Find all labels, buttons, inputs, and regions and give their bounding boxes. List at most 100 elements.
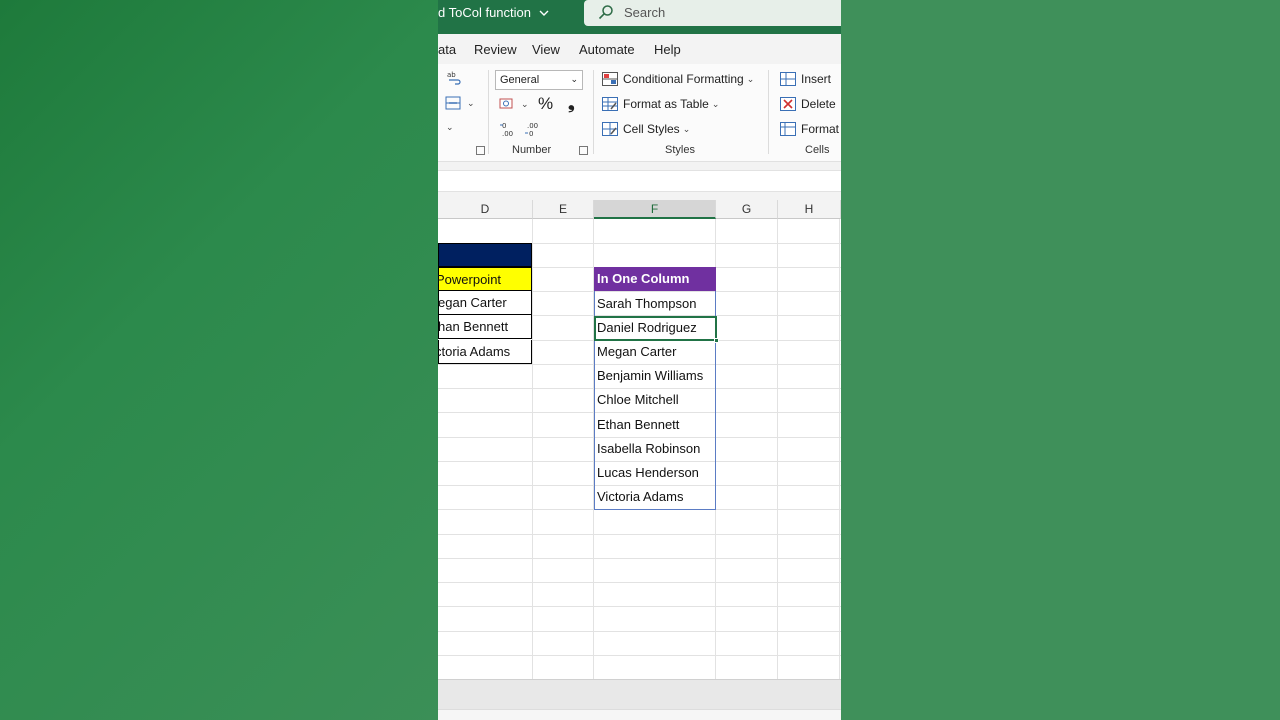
chevron-down-icon: ⌄ bbox=[467, 97, 475, 108]
group-separator bbox=[593, 70, 594, 154]
table-row[interactable]: egan Carter bbox=[438, 291, 532, 315]
table-row[interactable]: ctoria Adams bbox=[438, 340, 532, 364]
list-item[interactable]: Chloe Mitchell bbox=[597, 388, 715, 412]
result-header[interactable]: In One Column bbox=[594, 267, 716, 291]
delete-button[interactable]: Delete bbox=[780, 97, 836, 111]
decrease-decimal-icon: .000 bbox=[525, 122, 538, 137]
list-item[interactable]: Victoria Adams bbox=[597, 485, 715, 509]
document-title[interactable]: d ToCol function bbox=[438, 5, 549, 20]
grid-line bbox=[777, 219, 778, 679]
list-item[interactable]: Megan Carter bbox=[597, 340, 715, 364]
document-title-text: d ToCol function bbox=[438, 5, 531, 20]
number-format-select[interactable]: General ⌄ bbox=[495, 70, 583, 90]
chevron-down-icon bbox=[539, 8, 549, 20]
number-dialog-launcher-icon[interactable] bbox=[579, 146, 588, 155]
tab-help[interactable]: Help bbox=[654, 42, 681, 57]
background-right bbox=[841, 0, 1280, 720]
accounting-icon bbox=[499, 98, 513, 109]
grid-line bbox=[438, 606, 841, 607]
accounting-format-button[interactable]: ⌄ bbox=[499, 97, 529, 111]
number-group-label: Number bbox=[512, 144, 552, 156]
insert-button[interactable]: Insert bbox=[780, 72, 831, 86]
merge-cells-icon bbox=[445, 96, 461, 110]
tab-review[interactable]: Review bbox=[474, 42, 517, 57]
wrap-text-icon: ab bbox=[447, 71, 461, 85]
tab-view[interactable]: View bbox=[532, 42, 560, 57]
list-item[interactable]: Lucas Henderson bbox=[597, 461, 715, 485]
active-cell-selection bbox=[594, 316, 717, 341]
insert-label: Insert bbox=[801, 72, 832, 86]
decrease-decimal-button[interactable]: .00 0 bbox=[524, 121, 542, 137]
fill-handle[interactable] bbox=[714, 338, 719, 343]
column-header-f[interactable]: F bbox=[594, 200, 716, 219]
search-box[interactable]: Search bbox=[584, 0, 841, 26]
wrap-text-button[interactable]: ab bbox=[446, 70, 462, 86]
increase-decimal-button[interactable]: 0.00 bbox=[499, 121, 517, 137]
table-header-yellow[interactable]: Powerpoint bbox=[438, 267, 532, 291]
delete-label: Delete bbox=[801, 97, 836, 111]
status-bar bbox=[438, 709, 841, 720]
format-button[interactable]: Format bbox=[780, 122, 839, 136]
title-bar: d ToCol function Search bbox=[438, 0, 841, 34]
list-item[interactable]: Sarah Thompson bbox=[597, 292, 715, 316]
alignment-dialog-launcher-icon[interactable] bbox=[476, 146, 485, 155]
ribbon-tabs: ata Review View Automate Help bbox=[438, 34, 841, 64]
formula-bar[interactable] bbox=[438, 170, 841, 192]
group-separator bbox=[768, 70, 769, 154]
list-item[interactable]: Isabella Robinson bbox=[597, 437, 715, 461]
chevron-down-icon: ⌄ bbox=[570, 74, 578, 84]
format-as-table-icon bbox=[602, 97, 618, 111]
cell-text: ctoria Adams bbox=[438, 344, 511, 359]
cells-group-label: Cells bbox=[805, 144, 830, 156]
formula-gap bbox=[438, 192, 841, 200]
cell-text: han Bennett bbox=[438, 319, 509, 334]
cell-text: egan Carter bbox=[438, 295, 507, 310]
format-as-table-label: Format as Table bbox=[623, 97, 709, 111]
table-row[interactable]: han Bennett bbox=[438, 315, 532, 339]
svg-text:0: 0 bbox=[502, 122, 506, 130]
list-item[interactable]: Ethan Bennett bbox=[597, 413, 715, 437]
format-as-table-button[interactable]: Format as Table ⌄ bbox=[602, 97, 719, 111]
column-header-h[interactable]: H bbox=[778, 200, 841, 219]
conditional-formatting-button[interactable]: Conditional Formatting ⌄ bbox=[602, 72, 754, 86]
grid-line bbox=[438, 631, 841, 632]
format-cells-icon bbox=[780, 122, 796, 136]
number-format-value: General bbox=[500, 74, 540, 86]
group-separator bbox=[488, 70, 489, 154]
grid-line bbox=[839, 219, 840, 679]
svg-text:ab: ab bbox=[447, 71, 456, 79]
search-placeholder: Search bbox=[624, 5, 666, 20]
conditional-formatting-icon bbox=[602, 72, 618, 86]
cell-text: Powerpoint bbox=[438, 272, 502, 287]
search-icon bbox=[598, 4, 613, 20]
svg-text:0: 0 bbox=[529, 130, 533, 137]
cell-styles-button[interactable]: Cell Styles ⌄ bbox=[602, 122, 690, 136]
delete-cells-icon bbox=[780, 97, 796, 111]
insert-cells-icon bbox=[780, 72, 796, 86]
table-header-navy[interactable] bbox=[438, 243, 532, 267]
svg-text:.00: .00 bbox=[527, 122, 538, 130]
chevron-down-icon: ⌄ bbox=[682, 123, 691, 134]
grid-line bbox=[438, 655, 841, 656]
sheet-tabs-bar bbox=[438, 679, 841, 709]
column-header-d[interactable]: D bbox=[438, 200, 533, 219]
background-left bbox=[0, 0, 438, 720]
list-item[interactable]: Benjamin Williams bbox=[597, 364, 715, 388]
alignment-more-button[interactable]: ⌄ bbox=[443, 122, 454, 133]
increase-decimal-icon: 0.00 bbox=[500, 122, 513, 137]
column-header-g[interactable]: G bbox=[716, 200, 778, 219]
tab-automate[interactable]: Automate bbox=[579, 42, 635, 57]
tab-data[interactable]: ata bbox=[438, 42, 456, 57]
column-header-e[interactable]: E bbox=[533, 200, 594, 219]
chevron-down-icon: ⌄ bbox=[711, 98, 720, 109]
grid-line bbox=[438, 558, 841, 559]
excel-window: d ToCol function Search ata Review View … bbox=[438, 0, 841, 720]
grid-line bbox=[438, 534, 841, 535]
chevron-down-icon: ⌄ bbox=[746, 73, 755, 84]
percent-button[interactable]: % bbox=[538, 94, 553, 114]
ribbon-gap bbox=[438, 162, 841, 170]
comma-style-button[interactable]: ❟ bbox=[568, 94, 575, 114]
grid-line bbox=[532, 219, 533, 679]
svg-text:.00: .00 bbox=[502, 130, 513, 137]
merge-center-button[interactable]: ⌄ bbox=[445, 96, 475, 110]
